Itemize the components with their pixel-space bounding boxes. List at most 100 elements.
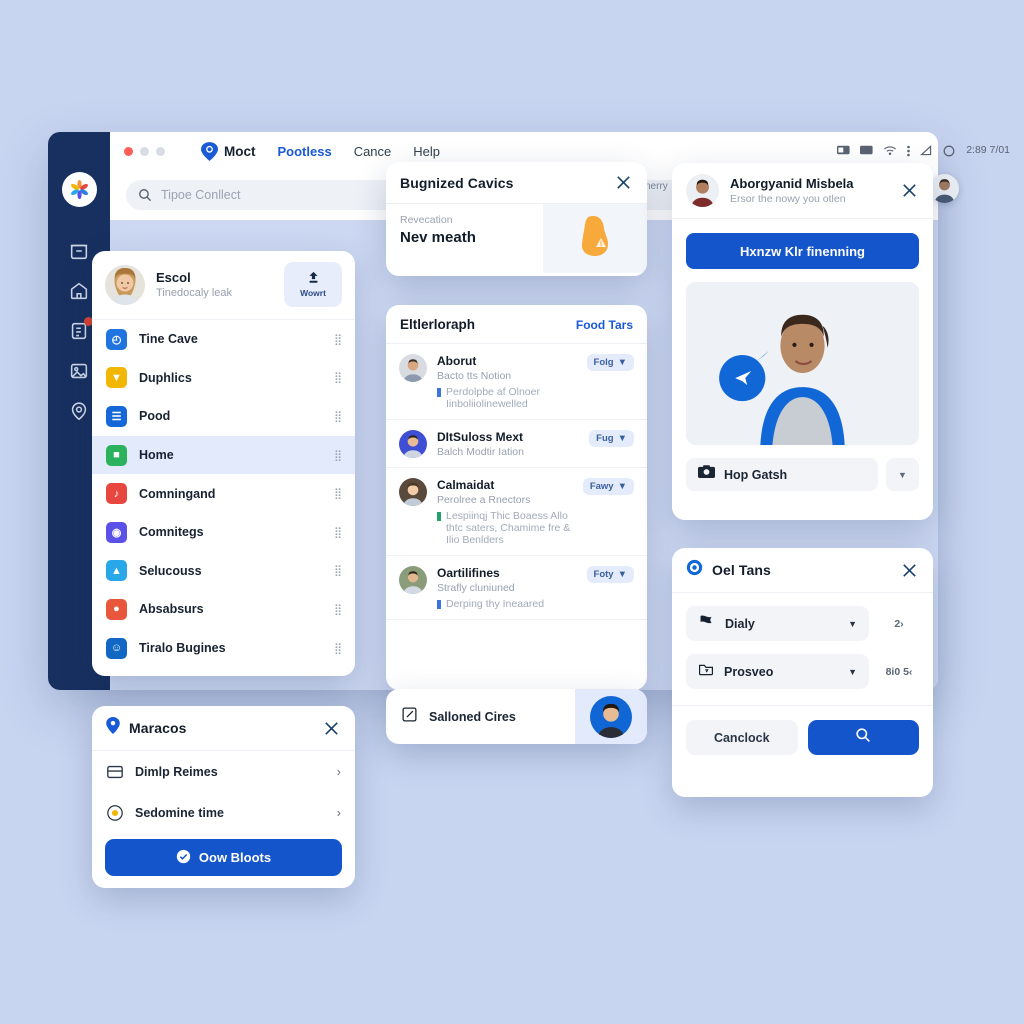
chevron-down-icon: ▼ [848,666,857,677]
cavics-header: Bugnized Cavics [386,162,647,204]
compose-bar: Salloned Cires [386,689,647,744]
app-logo-icon[interactable] [62,172,97,207]
profile-media[interactable] [686,282,919,445]
status-badge[interactable]: Foty ▼ [586,566,634,583]
close-icon[interactable] [614,173,633,192]
row-note: Derping thy Ineaared [437,598,577,610]
gallery-icon [698,465,715,484]
window-traffic-lights[interactable] [124,146,165,156]
document-icon[interactable] [68,317,93,342]
people-title: Eltlerloraph [400,317,476,332]
cavics-text: Revecation Nev meath [386,204,543,273]
status-badge[interactable]: Folg ▼ [586,354,634,371]
status-badge[interactable]: Fawy ▼ [582,478,634,495]
list-item-selected[interactable]: ■ Home ⣿ [92,435,355,475]
menu-item-help[interactable]: Help [413,144,440,159]
chevron-down-icon: ▼ [617,433,627,444]
profile-name: Escol [156,270,191,285]
maracos-header: Maracos [92,706,355,751]
gallery-field[interactable]: Hop Gatsh [686,458,878,491]
table-row[interactable]: Oartilifines Strafly cluniuned Derping t… [386,556,647,620]
list-item-label: Home [139,448,174,463]
drag-grip-icon[interactable]: ⣿ [334,410,342,423]
menu-item-cance[interactable]: Cance [354,144,392,159]
avatar [399,566,427,594]
list-item[interactable]: ▲ Selucouss ⣿ [92,552,355,591]
row-note: Lespiinqj Thic Boaess Allo thtc saters, … [437,510,573,546]
table-row[interactable]: Calmaidat Perolree a Rnectors Lespiinqj … [386,468,647,556]
oow-bloots-label: Oow Bloots [198,850,272,865]
home-icon[interactable] [68,280,90,302]
table-row[interactable]: DItSuloss Mext Balch Modtir Iation Fug ▼ [386,420,647,468]
avatar[interactable] [930,174,959,203]
close-icon[interactable] [900,561,919,580]
row-name: Aborut [437,354,477,368]
status-badge[interactable]: Fug ▼ [589,430,634,447]
list-item[interactable]: ☰ Pood ⣿ [92,397,355,436]
tans-title: Oel Tans [712,562,771,578]
drag-grip-icon[interactable]: ⣿ [334,333,342,346]
primary-action-button[interactable]: Hxnzw Klr finenning [686,233,919,269]
prosveo-select[interactable]: Prosveo ▼ [686,654,869,689]
dialy-select[interactable]: Dialy ▼ [686,606,869,641]
row-content: Aborut Bacto tts Notion Perdolpbe af Oln… [437,354,577,410]
chevron-right-icon: › [336,805,341,820]
display-icon [860,145,874,156]
menu-brand[interactable]: Moct [201,141,256,161]
list-item[interactable]: ▼ Duphlics ⣿ [92,359,355,398]
avatar [399,478,427,506]
list-item[interactable]: ☺ Tiralo Bugines ⣿ [92,629,355,668]
battery-icon [837,145,851,156]
close-window-button[interactable] [124,146,133,156]
dropdown-button[interactable]: ▼ [886,458,919,491]
volume-icon [920,144,934,156]
table-row[interactable]: Aborut Bacto tts Notion Perdolpbe af Oln… [386,344,647,420]
search-confirm-button[interactable] [807,720,919,755]
minimize-window-button[interactable] [140,146,149,156]
row-name: DItSuloss Mext [437,430,524,444]
list-item[interactable]: ◉ Comnitegs ⣿ [92,513,355,552]
drag-grip-icon[interactable]: ⣿ [334,526,342,539]
drag-grip-icon[interactable]: ⣿ [334,487,342,500]
list-item-label: Tine Cave [139,332,198,347]
dialy-label: Dialy [725,616,755,631]
list-item-label: Duphlics [139,370,192,385]
row-subtitle: Balch Modtir Iation [437,446,524,458]
close-icon[interactable] [900,181,919,200]
chat-pin-icon[interactable] [68,400,90,422]
drag-grip-icon[interactable]: ⣿ [334,564,342,577]
oow-bloots-button[interactable]: Oow Bloots [105,839,342,876]
profile-row[interactable]: Escol Tinedocaly leak Wowrt [92,251,355,319]
archive-box-icon[interactable] [68,240,90,262]
list-item[interactable]: Dimlp Reimes › [92,751,355,792]
chevron-down-icon: ▼ [617,357,627,368]
screen-root: Moct Pootless Cance Help Tipoe Conllect [0,0,1024,1024]
menu-item-pootless[interactable]: Pootless [278,144,332,159]
list-item[interactable]: ● Absabsurs ⣿ [92,590,355,629]
status-time: 2:89 7/01 [966,144,1010,156]
wifi-icon [883,145,897,156]
close-icon[interactable] [322,719,341,738]
drag-grip-icon[interactable]: ⣿ [334,603,342,616]
upload-button[interactable]: Wowrt [284,262,342,307]
list-item-label: Selucouss [139,563,202,578]
cancel-button[interactable]: Canclock [686,720,798,755]
menu-dots-icon[interactable] [906,145,911,156]
maximize-window-button[interactable] [156,146,165,156]
row-content: Calmaidat Perolree a Rnectors Lespiinqj … [437,478,573,546]
note-marker-icon [437,512,441,521]
list-item[interactable]: Sedomine time › [92,792,355,833]
chevron-down-icon: ▼ [848,618,857,629]
drag-grip-icon[interactable]: ⣿ [334,642,342,655]
drag-grip-icon[interactable]: ⣿ [334,449,342,462]
list-item[interactable]: ◴ Tine Cave ⣿ [92,320,355,359]
compose-action[interactable]: Salloned Cires [386,689,575,744]
image-icon[interactable] [68,360,90,382]
compose-avatar-slot[interactable] [575,689,647,744]
list-item[interactable]: ♪ Comningand ⣿ [92,474,355,513]
food-tars-link[interactable]: Food Tars [576,318,633,332]
drag-grip-icon[interactable]: ⣿ [334,371,342,384]
dialy-row: Dialy ▼ 2› [672,606,933,641]
list-item-label: Tiralo Bugines [139,641,226,656]
note-marker-icon [437,600,441,609]
